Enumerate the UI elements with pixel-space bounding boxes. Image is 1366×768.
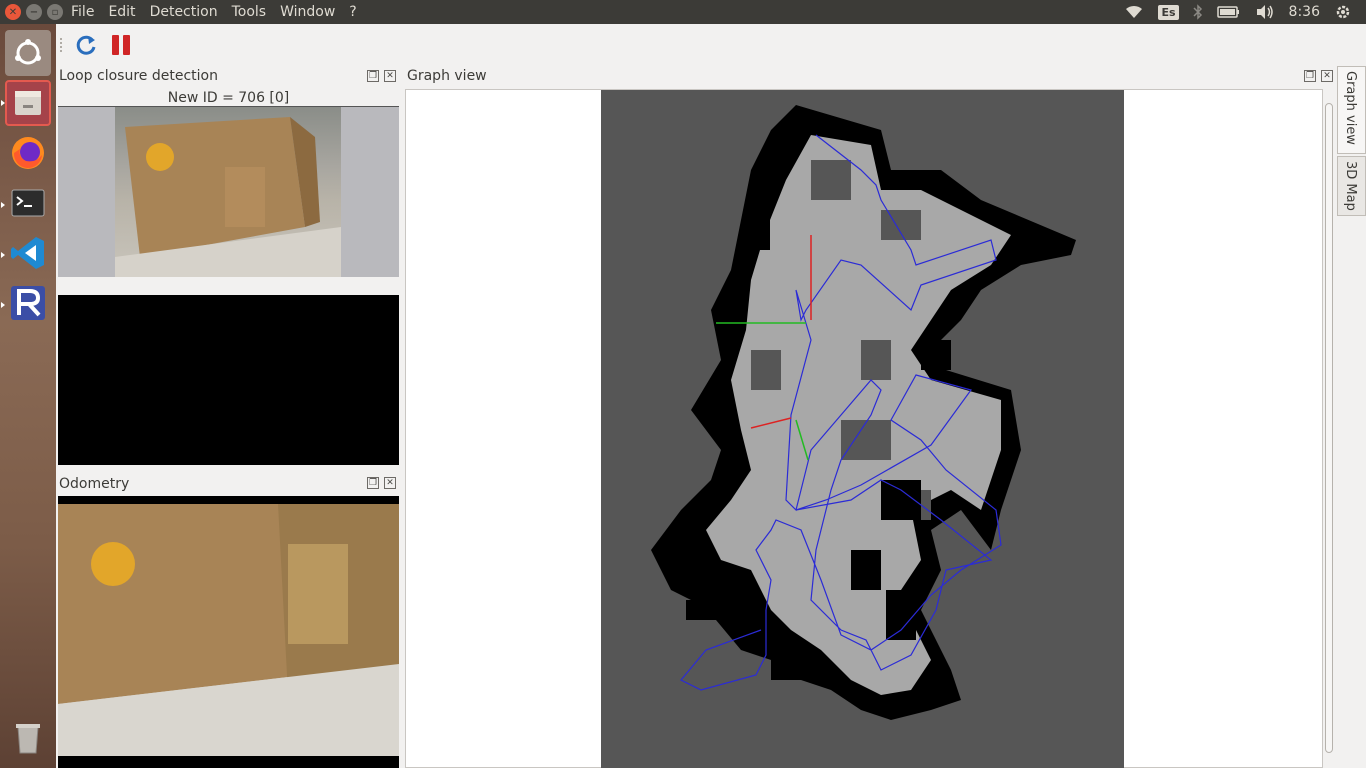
running-indicator [1, 202, 5, 208]
toolbar-grip[interactable] [60, 38, 63, 52]
close-icon[interactable]: ✕ [384, 70, 396, 82]
loop-closure-image [58, 107, 399, 277]
menu-detection[interactable]: Detection [143, 0, 225, 24]
trash-icon[interactable] [5, 714, 51, 760]
graph-view-scrollbar[interactable] [1323, 89, 1335, 768]
loop-closure-dock-buttons: ❐ ✕ [367, 70, 396, 82]
occupancy-grid-map[interactable] [601, 90, 1124, 768]
pause-icon [112, 35, 130, 55]
camera-frame [115, 107, 341, 277]
odometry-dock-buttons: ❐ ✕ [367, 477, 396, 489]
refresh-icon [76, 35, 96, 55]
terminal-icon[interactable] [5, 180, 51, 226]
rstudio-icon[interactable] [5, 280, 51, 326]
menu-window[interactable]: Window [273, 0, 342, 24]
keyboard-layout-icon[interactable]: Es [1158, 4, 1179, 20]
files-icon[interactable] [5, 80, 51, 126]
odometry-title: Odometry [59, 476, 130, 492]
volume-icon[interactable] [1255, 4, 1275, 20]
loop-closure-title: Loop closure detection [59, 68, 218, 84]
menu-file[interactable]: File [64, 0, 101, 24]
running-indicator [1, 302, 5, 308]
running-indicator [1, 252, 5, 258]
power-gear-icon[interactable] [1334, 3, 1352, 21]
graph-view-title: Graph view [407, 68, 487, 84]
tab-3d-map[interactable]: 3D Map [1337, 156, 1366, 216]
wifi-icon[interactable] [1124, 4, 1144, 20]
clock[interactable]: 8:36 [1289, 4, 1320, 20]
odometry-image [58, 496, 399, 768]
ubuntu-dash-icon[interactable] [5, 30, 51, 76]
close-icon[interactable]: ✕ [1321, 70, 1333, 82]
menu-bar: File Edit Detection Tools Window ? [64, 0, 364, 24]
refresh-button[interactable] [72, 31, 100, 59]
close-icon[interactable]: ✕ [384, 477, 396, 489]
graph-view-canvas[interactable] [405, 89, 1323, 768]
loop-closure-match-image [58, 295, 399, 465]
camera-frame [58, 504, 399, 756]
menu-tools[interactable]: Tools [225, 0, 274, 24]
top-panel: ✕ − ▫ File Edit Detection Tools Window ?… [0, 0, 1366, 24]
scrollbar-thumb[interactable] [1325, 103, 1333, 753]
vscode-icon[interactable] [5, 230, 51, 276]
float-icon[interactable]: ❐ [367, 477, 379, 489]
tab-graph-view[interactable]: Graph view [1337, 66, 1366, 154]
window-close-button[interactable]: ✕ [5, 4, 21, 20]
pause-button[interactable] [107, 31, 135, 59]
side-tab-bar: Graph view 3D Map [1337, 66, 1366, 226]
float-icon[interactable]: ❐ [367, 70, 379, 82]
firefox-icon[interactable] [5, 130, 51, 176]
window-minimize-button[interactable]: − [26, 4, 42, 20]
main-toolbar [56, 24, 1366, 66]
menu-edit[interactable]: Edit [101, 0, 142, 24]
loop-closure-status: New ID = 706 [0] [58, 89, 399, 107]
launcher [0, 24, 56, 768]
system-tray: Es 8:36 [1124, 0, 1366, 24]
float-icon[interactable]: ❐ [1304, 70, 1316, 82]
battery-icon[interactable] [1216, 5, 1241, 19]
menu-help[interactable]: ? [342, 0, 363, 24]
graph-view-dock-buttons: ❐ ✕ [1304, 70, 1333, 82]
bluetooth-icon[interactable] [1193, 4, 1203, 20]
window-maximize-button[interactable]: ▫ [47, 4, 63, 20]
